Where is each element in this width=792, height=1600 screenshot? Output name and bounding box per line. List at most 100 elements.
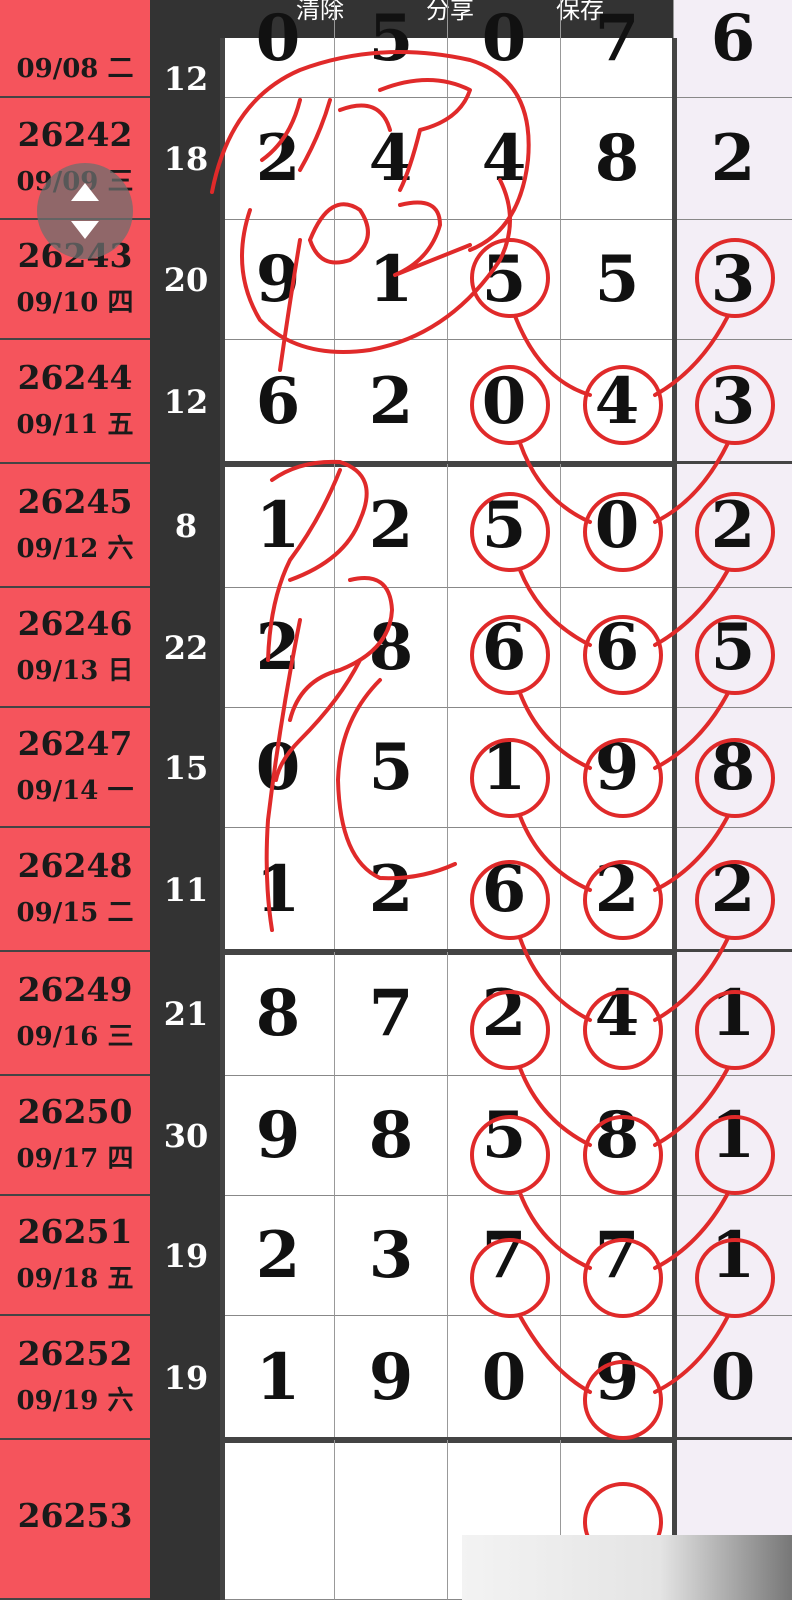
sum-cell: 22	[150, 588, 222, 708]
digit-cell[interactable]: 5	[448, 464, 561, 588]
digit-cell[interactable]: 5	[335, 0, 448, 98]
issue-date: 09/11 五	[16, 410, 134, 440]
digit-cell[interactable]: 6	[448, 588, 561, 708]
issue-number: 26248	[17, 846, 133, 885]
digit-cell[interactable]: 1	[674, 952, 792, 1076]
issue-date: 09/15 二	[16, 898, 134, 928]
digit-cell[interactable]: 0	[448, 1316, 561, 1440]
issue-cell: 26251 09/18 五	[0, 1196, 150, 1316]
issue-cell: 26249 09/16 三	[0, 952, 150, 1076]
digit-cell[interactable]: 2	[335, 464, 448, 588]
issue-number: 26244	[17, 358, 133, 397]
digit-cell[interactable]: 9	[561, 708, 674, 828]
digit-cell[interactable]: 3	[674, 220, 792, 340]
sum-cell: 8	[150, 464, 222, 588]
digit-cell[interactable]: 0	[561, 464, 674, 588]
bottom-overlay-shadow	[462, 1535, 792, 1600]
draw-grid[interactable]: 09/08 二12050762624209/09 三18244822624309…	[0, 0, 792, 1600]
sum-cell: 30	[150, 1076, 222, 1196]
sum-cell: 11	[150, 828, 222, 952]
digit-cell[interactable]: 9	[335, 1316, 448, 1440]
issue-cell: 09/08 二	[0, 0, 150, 98]
up-down-arrows-icon	[71, 183, 99, 239]
digit-cell[interactable]: 5	[561, 220, 674, 340]
sum-cell: 12	[150, 0, 222, 98]
digit-cell[interactable]	[335, 1440, 448, 1600]
issue-cell: 26244 09/11 五	[0, 340, 150, 464]
scroll-handle[interactable]	[37, 163, 133, 259]
digit-cell[interactable]: 0	[674, 1316, 792, 1440]
column-divider	[220, 38, 225, 1600]
digit-cell[interactable]: 0	[222, 708, 335, 828]
digit-cell[interactable]: 8	[335, 1076, 448, 1196]
digit-cell[interactable]: 9	[561, 1316, 674, 1440]
digit-cell[interactable]: 7	[335, 952, 448, 1076]
issue-cell: 26248 09/15 二	[0, 828, 150, 952]
sum-cell: 18	[150, 98, 222, 220]
digit-cell[interactable]: 8	[561, 1076, 674, 1196]
digit-cell[interactable]: 1	[222, 828, 335, 952]
digit-cell[interactable]: 0	[448, 340, 561, 464]
sum-cell: 15	[150, 708, 222, 828]
issue-date: 09/08 二	[16, 54, 134, 84]
digit-cell[interactable]: 2	[674, 464, 792, 588]
digit-cell[interactable]: 3	[335, 1196, 448, 1316]
issue-number: 26249	[17, 970, 133, 1009]
digit-cell[interactable]: 2	[448, 952, 561, 1076]
digit-cell[interactable]: 2	[222, 1196, 335, 1316]
digit-cell[interactable]: 1	[222, 464, 335, 588]
issue-cell: 26252 09/19 六	[0, 1316, 150, 1440]
digit-cell[interactable]: 8	[561, 98, 674, 220]
digit-cell[interactable]: 6	[674, 0, 792, 98]
digit-cell[interactable]: 5	[674, 588, 792, 708]
digit-cell[interactable]: 2	[222, 98, 335, 220]
digit-cell[interactable]: 4	[448, 98, 561, 220]
digit-cell[interactable]: 2	[335, 340, 448, 464]
digit-cell[interactable]: 1	[674, 1076, 792, 1196]
digit-cell[interactable]: 2	[222, 588, 335, 708]
digit-cell[interactable]: 6	[222, 340, 335, 464]
digit-cell[interactable]: 0	[222, 0, 335, 98]
digit-cell[interactable]: 2	[335, 828, 448, 952]
digit-cell[interactable]: 6	[448, 828, 561, 952]
issue-date: 09/13 日	[16, 656, 134, 686]
digit-cell[interactable]	[222, 1440, 335, 1600]
issue-cell: 26247 09/14 一	[0, 708, 150, 828]
sum-cell: 20	[150, 220, 222, 340]
digit-cell[interactable]: 2	[674, 98, 792, 220]
digit-cell[interactable]: 4	[335, 98, 448, 220]
digit-cell[interactable]: 8	[335, 588, 448, 708]
digit-cell[interactable]: 7	[561, 1196, 674, 1316]
digit-cell[interactable]: 8	[674, 708, 792, 828]
digit-cell[interactable]: 8	[222, 952, 335, 1076]
digit-cell[interactable]: 1	[222, 1316, 335, 1440]
issue-number: 26246	[17, 604, 133, 643]
digit-cell[interactable]: 9	[222, 1076, 335, 1196]
digit-cell[interactable]: 1	[448, 708, 561, 828]
digit-cell[interactable]: 4	[561, 340, 674, 464]
issue-cell: 26253	[0, 1440, 150, 1600]
issue-cell: 26250 09/17 四	[0, 1076, 150, 1196]
digit-cell[interactable]: 5	[448, 220, 561, 340]
digit-cell[interactable]: 6	[561, 588, 674, 708]
digit-cell[interactable]: 5	[448, 1076, 561, 1196]
digit-cell[interactable]: 0	[448, 0, 561, 98]
sum-cell	[150, 1440, 222, 1600]
sum-cell: 21	[150, 952, 222, 1076]
issue-cell: 26245 09/12 六	[0, 464, 150, 588]
digit-cell[interactable]: 1	[674, 1196, 792, 1316]
digit-cell[interactable]: 9	[222, 220, 335, 340]
digit-cell[interactable]: 1	[335, 220, 448, 340]
sum-cell: 12	[150, 340, 222, 464]
digit-cell[interactable]: 7	[448, 1196, 561, 1316]
issue-number: 26245	[17, 482, 133, 521]
issue-date: 09/17 四	[16, 1144, 134, 1174]
digit-cell[interactable]: 5	[335, 708, 448, 828]
digit-cell[interactable]: 2	[674, 828, 792, 952]
issue-date: 09/16 三	[16, 1022, 134, 1052]
digit-cell[interactable]: 4	[561, 952, 674, 1076]
digit-cell[interactable]: 2	[561, 828, 674, 952]
issue-date: 09/18 五	[16, 1264, 134, 1294]
digit-cell[interactable]: 3	[674, 340, 792, 464]
digit-cell[interactable]: 7	[561, 0, 674, 98]
